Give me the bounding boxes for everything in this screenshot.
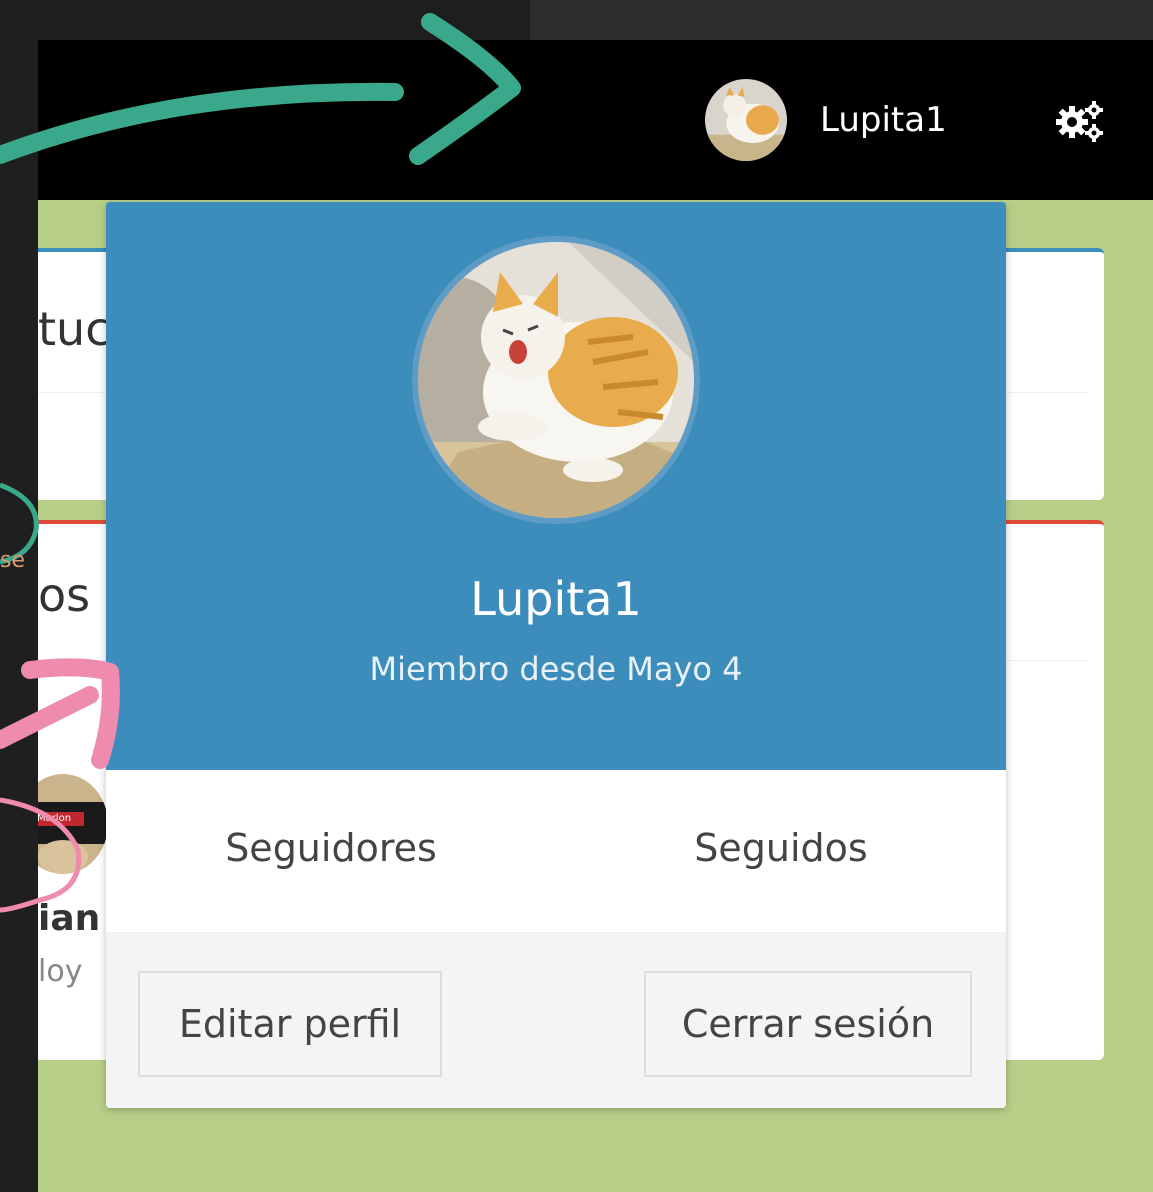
- annotation-overlay: [0, 13, 521, 913]
- teal-arrow-shaft: [0, 82, 404, 164]
- pink-arrow-shaft: [0, 686, 99, 749]
- pink-circle-mark: [0, 797, 82, 913]
- side-fragment: se: [0, 548, 25, 573]
- teal-arrow-head: [409, 13, 521, 165]
